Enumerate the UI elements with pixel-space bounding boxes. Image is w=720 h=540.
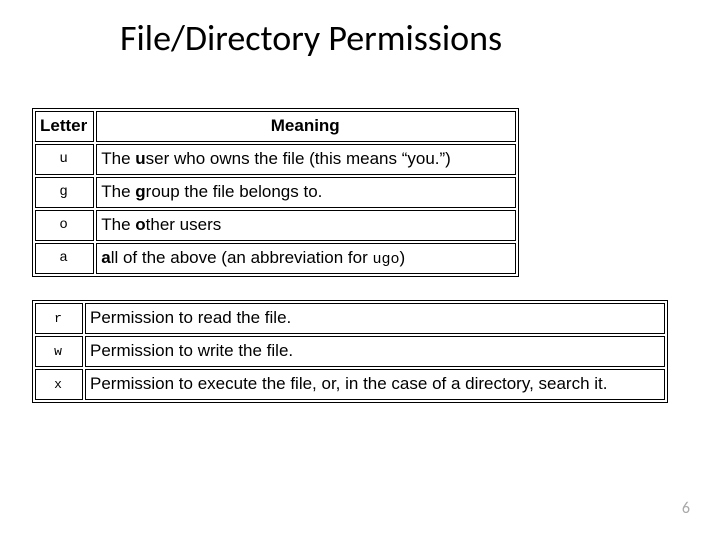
cell-meaning: The user who owns the file (this means “… bbox=[96, 144, 516, 175]
cell-letter: w bbox=[35, 336, 83, 367]
table-row: w Permission to write the file. bbox=[35, 336, 665, 367]
permission-bits-table: r Permission to read the file. w Permiss… bbox=[32, 300, 668, 403]
cell-letter: u bbox=[35, 144, 94, 175]
cell-meaning: The group the file belongs to. bbox=[96, 177, 516, 208]
cell-meaning: all of the above (an abbreviation for ug… bbox=[96, 243, 516, 274]
cell-meaning: The other users bbox=[96, 210, 516, 241]
table-row: o The other users bbox=[35, 210, 516, 241]
slide-title: File/Directory Permissions bbox=[0, 0, 720, 60]
owner-class-table: Letter Meaning u The user who owns the f… bbox=[32, 108, 519, 277]
table-row: r Permission to read the file. bbox=[35, 303, 665, 334]
table-row: g The group the file belongs to. bbox=[35, 177, 516, 208]
header-letter: Letter bbox=[35, 111, 94, 142]
table-row: x Permission to execute the file, or, in… bbox=[35, 369, 665, 400]
cell-letter: x bbox=[35, 369, 83, 400]
cell-meaning: Permission to write the file. bbox=[85, 336, 665, 367]
page-number: 6 bbox=[682, 499, 690, 518]
header-meaning: Meaning bbox=[96, 111, 516, 142]
table-row: a all of the above (an abbreviation for … bbox=[35, 243, 516, 274]
table-row: u The user who owns the file (this means… bbox=[35, 144, 516, 175]
table-header-row: Letter Meaning bbox=[35, 111, 516, 142]
cell-letter: g bbox=[35, 177, 94, 208]
cell-letter: o bbox=[35, 210, 94, 241]
cell-letter: r bbox=[35, 303, 83, 334]
cell-meaning: Permission to read the file. bbox=[85, 303, 665, 334]
cell-meaning: Permission to execute the file, or, in t… bbox=[85, 369, 665, 400]
cell-letter: a bbox=[35, 243, 94, 274]
